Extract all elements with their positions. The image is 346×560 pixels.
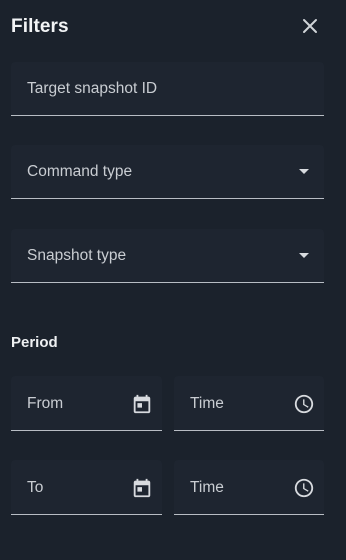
calendar-icon[interactable] (131, 393, 153, 415)
to-date-field[interactable]: To (11, 460, 162, 515)
close-button[interactable] (298, 14, 322, 38)
close-icon (303, 19, 317, 33)
chevron-down-icon (299, 253, 309, 258)
panel-header: Filters (11, 14, 330, 42)
from-date-field[interactable]: From (11, 376, 162, 431)
panel-title: Filters (11, 16, 69, 37)
filters-panel: Filters Target snapshot ID Command type … (0, 0, 346, 560)
calendar-icon[interactable] (131, 477, 153, 499)
from-time-label: Time (190, 395, 224, 412)
command-type-select[interactable]: Command type (11, 145, 324, 199)
clock-icon[interactable] (293, 393, 315, 415)
snapshot-type-select[interactable]: Snapshot type (11, 229, 324, 283)
to-time-label: Time (190, 479, 224, 496)
from-date-label: From (27, 395, 64, 412)
target-snapshot-id-field[interactable]: Target snapshot ID (11, 62, 324, 116)
snapshot-type-label: Snapshot type (27, 247, 127, 264)
to-date-label: To (27, 479, 44, 496)
command-type-label: Command type (27, 163, 133, 180)
clock-icon[interactable] (293, 477, 315, 499)
from-time-field[interactable]: Time (174, 376, 324, 431)
to-time-field[interactable]: Time (174, 460, 324, 515)
chevron-down-icon (299, 169, 309, 174)
target-snapshot-id-label: Target snapshot ID (27, 80, 158, 97)
period-label: Period (11, 334, 58, 351)
